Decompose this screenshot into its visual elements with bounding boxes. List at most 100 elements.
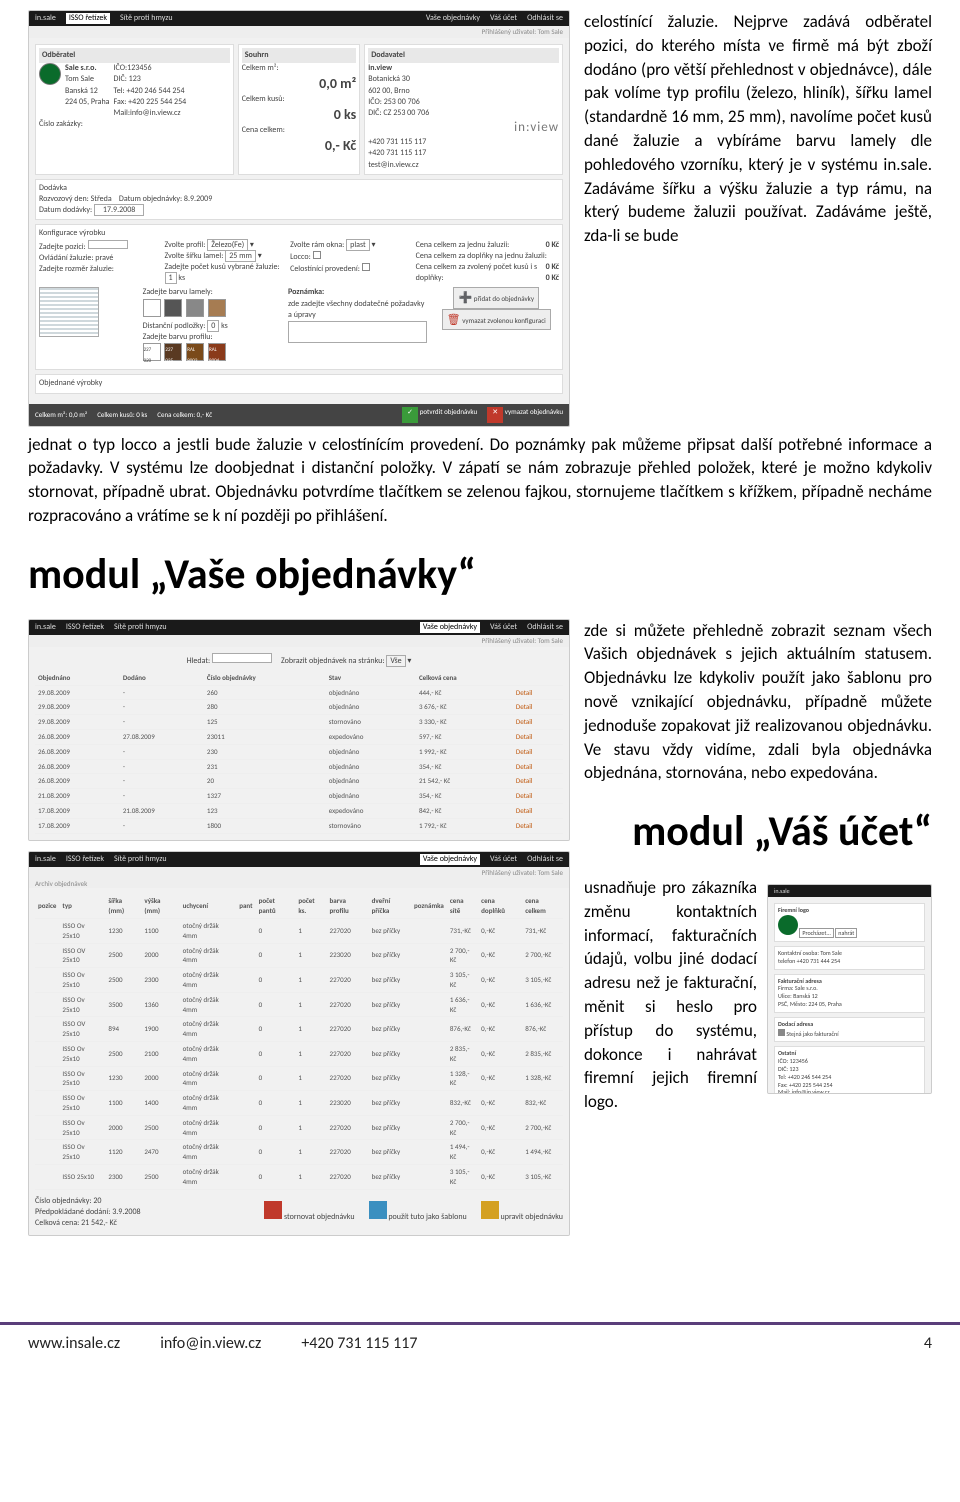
nav-logout[interactable]: Odhlásit se bbox=[527, 854, 563, 865]
detail-link[interactable]: Detail bbox=[513, 774, 563, 789]
detail-link[interactable]: Detail bbox=[513, 685, 563, 700]
browse-button[interactable]: Procházet... bbox=[799, 928, 834, 938]
detail-link[interactable]: Detail bbox=[513, 804, 563, 819]
profil-swatch[interactable]: 227 020 bbox=[143, 343, 161, 361]
lamely-swatch[interactable] bbox=[164, 299, 182, 317]
cell: 26.08.2009 bbox=[35, 774, 120, 789]
nav-logout[interactable]: Odhlásit se bbox=[527, 13, 563, 24]
cell: 1230 bbox=[105, 918, 141, 943]
clear-config-button[interactable]: 🗑 vymazat zvolenou konfiguraci bbox=[442, 309, 551, 330]
psc-value: 224 05, Praha bbox=[808, 1000, 841, 1008]
edit-button[interactable]: upravit objednávku bbox=[481, 1201, 563, 1223]
cell bbox=[236, 1017, 255, 1042]
nav-account[interactable]: Váš účet bbox=[490, 13, 517, 24]
add-to-order-button[interactable]: ➕ přidat do objednávky bbox=[453, 287, 539, 308]
profil-swatch[interactable]: 227 025 bbox=[164, 343, 182, 361]
plus-icon: ➕ bbox=[458, 291, 472, 304]
detail-link[interactable]: Detail bbox=[513, 744, 563, 759]
detail-link[interactable]: Detail bbox=[513, 715, 563, 730]
cell: 1 792,- Kč bbox=[416, 818, 513, 833]
locco-checkbox[interactable] bbox=[313, 251, 321, 259]
confirm-order-button[interactable]: ✓ potvrdit objednávku bbox=[402, 407, 477, 423]
odberatel-fax: Fax: +420 225 544 254 bbox=[114, 97, 187, 107]
nav-orders[interactable]: Vaše objednávky bbox=[420, 622, 480, 633]
cell: 21.08.2009 bbox=[120, 804, 204, 819]
lamely-swatch[interactable] bbox=[143, 299, 161, 317]
detail-link[interactable]: Detail bbox=[513, 700, 563, 715]
cell: 876,-Kč bbox=[522, 1017, 563, 1042]
account-contact-tel: telefon +420 731 444 254 bbox=[778, 958, 921, 966]
cell: 223020 bbox=[327, 1091, 369, 1116]
cell bbox=[236, 1066, 255, 1091]
template-button[interactable]: použít tuto jako šablonu bbox=[369, 1201, 467, 1223]
cell: 597,- Kč bbox=[416, 730, 513, 745]
order-detail-table: pozicetypšířka (mm)výška (mm)uchycenípan… bbox=[35, 894, 563, 1189]
search-input[interactable] bbox=[212, 653, 272, 663]
orders-col: Stav bbox=[326, 671, 416, 685]
tab-isso[interactable]: ISSO řetízek bbox=[66, 622, 104, 633]
datum-dod-input[interactable]: 17.9.2008 bbox=[94, 204, 144, 216]
pocet-input[interactable]: 1 bbox=[165, 272, 177, 284]
tab-site[interactable]: Sítě proti hmyzu bbox=[120, 13, 173, 24]
detail-link[interactable]: Detail bbox=[513, 759, 563, 774]
logged-user: Přihlášený uživatel: Tom Sale bbox=[29, 635, 569, 647]
cell: 231 bbox=[204, 759, 326, 774]
logged-user: Přihlášený uživatel: Tom Sale bbox=[29, 867, 569, 879]
pozice-input[interactable] bbox=[88, 240, 128, 249]
cell: ISSO Ov 25x10 bbox=[59, 1091, 105, 1116]
account-other-title: Ostatní bbox=[778, 1049, 796, 1057]
cell: 227020 bbox=[327, 1041, 369, 1066]
screenshot-configurator: in.sale ISSO řetízek Sítě proti hmyzu Va… bbox=[28, 10, 570, 427]
distanc-input[interactable]: 0 bbox=[207, 320, 219, 332]
tab-isso[interactable]: ISSO řetízek bbox=[66, 854, 104, 865]
fax-label: Fax: bbox=[778, 1081, 788, 1089]
cell: 2300 bbox=[141, 968, 179, 993]
detail-link[interactable]: Detail bbox=[513, 818, 563, 833]
cell bbox=[35, 1164, 59, 1189]
orders-col: Celková cena bbox=[416, 671, 513, 685]
tab-site[interactable]: Sítě proti hmyzu bbox=[114, 622, 167, 633]
nav-account[interactable]: Váš účet bbox=[490, 622, 517, 633]
nav-account[interactable]: Váš účet bbox=[490, 854, 517, 865]
detail-link[interactable]: Detail bbox=[513, 730, 563, 745]
screenshot-orders-list: in.sale ISSO řetízek Sítě proti hmyzu Va… bbox=[28, 619, 570, 841]
summary-order-no: Číslo objednávky: 20 bbox=[35, 1196, 141, 1207]
cell: 2500 bbox=[141, 1115, 179, 1140]
nav-orders[interactable]: Vaše objednávky bbox=[426, 13, 480, 24]
celost-checkbox[interactable] bbox=[362, 263, 370, 271]
table-row: 29.08.2009-260objednáno444,- KčDetail bbox=[35, 685, 563, 700]
cell: - bbox=[120, 744, 204, 759]
footer-cena: Cena celkem: 0,- Kč bbox=[157, 410, 212, 420]
cell: 0 bbox=[256, 1041, 296, 1066]
profil-select[interactable]: Železo(Fe) bbox=[207, 239, 248, 251]
poznamka-textarea[interactable] bbox=[288, 321, 427, 343]
orders-col: Dodáno bbox=[120, 671, 204, 685]
lamely-swatch[interactable] bbox=[186, 299, 204, 317]
ulice-label: Ulice: bbox=[778, 992, 792, 1000]
screenshot-account: in.sale Firemní logo Procházet... nahrát… bbox=[767, 884, 932, 1094]
same-label: Stejná jako fakturační bbox=[786, 1030, 838, 1038]
table-row: 17.08.200921.08.2009123expedováno842,- K… bbox=[35, 804, 563, 819]
profil-swatch[interactable]: RAL 8004 bbox=[208, 343, 226, 361]
storno-button[interactable]: stornovat objednávku bbox=[264, 1201, 354, 1223]
dodavatel-addr1: Botanická 30 bbox=[368, 74, 410, 84]
nav-logout[interactable]: Odhlásit se bbox=[527, 622, 563, 633]
upload-button[interactable]: nahrát bbox=[835, 928, 857, 938]
profil-swatch[interactable]: RAL 8003 bbox=[186, 343, 204, 361]
cell: 832,-Kč bbox=[522, 1091, 563, 1116]
perpage-select[interactable]: Vše bbox=[386, 655, 405, 667]
lamela-select[interactable]: 25 mm bbox=[225, 250, 256, 262]
tab-site[interactable]: Sítě proti hmyzu bbox=[114, 854, 167, 865]
cell bbox=[411, 918, 447, 943]
detail-link[interactable]: Detail bbox=[513, 789, 563, 804]
cancel-order-button[interactable]: ✕ vymazat objednávku bbox=[487, 407, 563, 423]
cell: 1120 bbox=[105, 1140, 141, 1165]
ram-select[interactable]: plast bbox=[346, 239, 370, 251]
nav-orders[interactable]: Vaše objednávky bbox=[420, 854, 480, 865]
tab-isso[interactable]: ISSO řetízek bbox=[66, 13, 110, 24]
lamely-swatch[interactable] bbox=[208, 299, 226, 317]
table-row: 21.08.2009-1327objednáno354,- KčDetail bbox=[35, 789, 563, 804]
same-checkbox[interactable] bbox=[778, 1029, 785, 1036]
table-row: ISSO Ov 25x1035001360otočný držák 4mm012… bbox=[35, 992, 563, 1017]
breadcrumb-archive[interactable]: Archiv objednávek bbox=[29, 879, 569, 889]
